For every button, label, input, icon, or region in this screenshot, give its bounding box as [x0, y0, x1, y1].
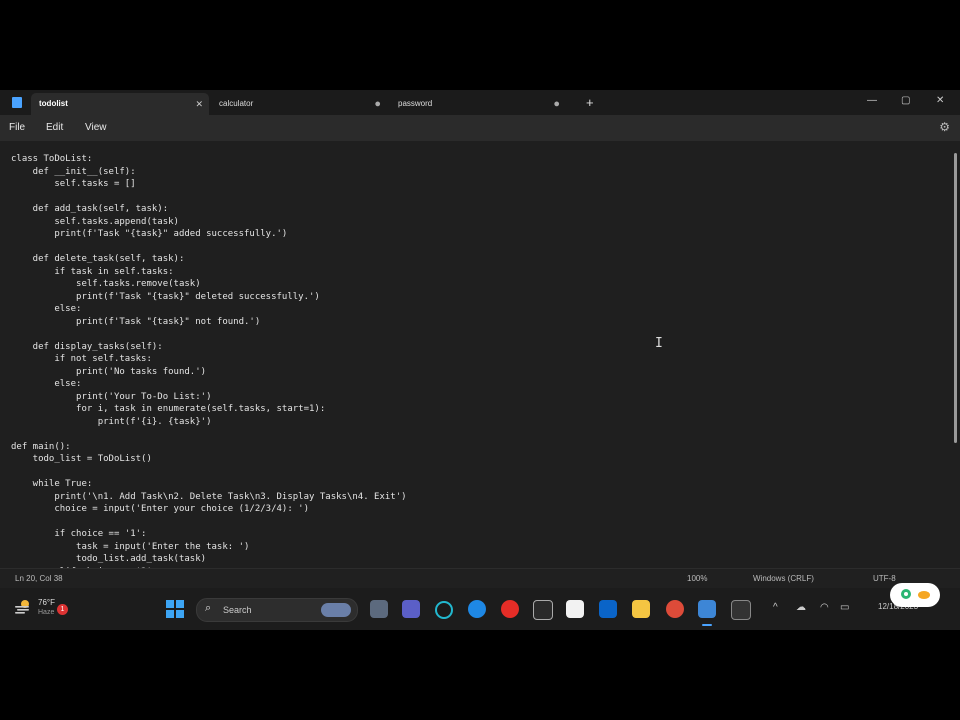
code-line[interactable]: if not self.tasks:	[11, 353, 152, 366]
notification-toast[interactable]	[890, 583, 940, 607]
notepad-taskbar-icon[interactable]	[698, 600, 716, 618]
3d-viewer-icon[interactable]	[533, 600, 553, 620]
code-line[interactable]: else:	[11, 303, 81, 316]
code-line[interactable]: def main():	[11, 441, 71, 454]
taskbar-search[interactable]: ⌕ Search	[196, 598, 358, 622]
search-placeholder: Search	[223, 605, 252, 615]
notepad-app-icon	[12, 97, 22, 108]
menu-file[interactable]: File	[9, 115, 25, 140]
text-cursor-icon: I	[655, 336, 663, 351]
status-bar: Ln 20, Col 38 100% Windows (CRLF) UTF-8	[0, 568, 960, 589]
edge-browser-icon[interactable]	[468, 600, 486, 618]
chrome-browser-icon[interactable]	[666, 600, 684, 618]
tab-todolist[interactable]: todolist ✕	[31, 93, 209, 115]
code-line[interactable]: self.tasks = []	[11, 178, 135, 191]
tab-calculator[interactable]: calculator ●	[211, 93, 387, 115]
chevron-up-icon[interactable]: ^	[773, 602, 778, 613]
close-icon[interactable]: ✕	[195, 93, 203, 115]
vertical-scrollbar[interactable]	[951, 141, 960, 568]
code-line[interactable]: print(f'Task "{task}" added successfully…	[11, 228, 287, 241]
code-line[interactable]: self.tasks.append(task)	[11, 216, 179, 229]
opera-browser-icon[interactable]	[501, 600, 519, 618]
location-pin-icon	[901, 589, 930, 599]
code-line[interactable]: while True:	[11, 478, 93, 491]
file-explorer-icon[interactable]	[632, 600, 650, 618]
line-ending: Windows (CRLF)	[753, 574, 814, 583]
code-line[interactable]: todo_list.add_task(task)	[11, 553, 206, 566]
onedrive-cloud-icon[interactable]: ☁	[796, 602, 806, 613]
tab-label: todolist	[39, 99, 68, 108]
taskbar: 76°F Haze 1 ⌕ Search ^ ☁ ◠ ▭ 12/18/2	[0, 588, 960, 630]
code-line[interactable]: if task in self.tasks:	[11, 266, 173, 279]
microsoft-store-icon[interactable]	[566, 600, 584, 618]
cortana-icon[interactable]	[435, 601, 453, 619]
teams-chat-icon[interactable]	[402, 600, 420, 618]
code-line[interactable]: self.tasks.remove(task)	[11, 278, 201, 291]
notepad-window: todolist ✕ calculator ● password ● + — ▢…	[0, 90, 960, 630]
outlook-icon[interactable]	[599, 600, 617, 618]
weather-desc[interactable]: Haze	[38, 609, 54, 616]
code-line[interactable]: print(f'Task "{task}" deleted successful…	[11, 291, 320, 304]
minimize-button[interactable]: —	[867, 93, 877, 109]
cursor-position: Ln 20, Col 38	[15, 574, 63, 583]
code-line[interactable]: class ToDoList:	[11, 153, 92, 166]
new-tab-button[interactable]: +	[586, 93, 594, 113]
code-line[interactable]: print('Your To-Do List:')	[11, 391, 211, 404]
code-line[interactable]: todo_list = ToDoList()	[11, 453, 152, 466]
code-line[interactable]: print('No tasks found.')	[11, 366, 206, 379]
tab-password[interactable]: password ●	[390, 93, 566, 115]
code-line[interactable]: task = input('Enter the task: ')	[11, 541, 249, 554]
menu-view[interactable]: View	[85, 115, 107, 140]
menu-edit[interactable]: Edit	[46, 115, 63, 140]
tab-label: password	[398, 99, 433, 108]
code-line[interactable]: for i, task in enumerate(self.tasks, sta…	[11, 403, 325, 416]
text-editor[interactable]: class ToDoList: def __init__(self): self…	[0, 141, 951, 568]
search-highlight-icon	[321, 603, 351, 617]
code-line[interactable]: print('\n1. Add Task\n2. Delete Task\n3.…	[11, 491, 406, 504]
code-line[interactable]: def display_tasks(self):	[11, 341, 163, 354]
code-line[interactable]: def delete_task(self, task):	[11, 253, 185, 266]
wifi-icon[interactable]: ◠	[820, 602, 829, 613]
terminal-icon[interactable]	[731, 600, 751, 620]
tab-label: calculator	[219, 99, 254, 108]
code-line[interactable]: print(f'Task "{task}" not found.')	[11, 316, 260, 329]
code-line[interactable]: else:	[11, 378, 81, 391]
unsaved-dot-icon[interactable]: ●	[553, 93, 560, 115]
gear-icon[interactable]: ⚙	[939, 115, 950, 140]
code-line[interactable]: choice = input('Enter your choice (1/2/3…	[11, 503, 309, 516]
menu-bar: File Edit View ⚙	[0, 115, 960, 141]
code-line[interactable]: def __init__(self):	[11, 166, 136, 179]
start-windows-icon[interactable]	[166, 600, 184, 618]
code-line[interactable]: if choice == '1':	[11, 528, 146, 541]
maximize-button[interactable]: ▢	[901, 93, 910, 109]
active-app-indicator	[702, 624, 712, 626]
weather-badge: 1	[57, 604, 68, 615]
weather-haze-icon[interactable]	[14, 598, 32, 614]
task-view-icon[interactable]	[370, 600, 388, 618]
scrollbar-thumb[interactable]	[954, 153, 957, 443]
close-window-button[interactable]: ✕	[936, 93, 944, 109]
weather-temp[interactable]: 76°F	[38, 598, 55, 607]
zoom-level: 100%	[687, 574, 708, 583]
unsaved-dot-icon[interactable]: ●	[374, 93, 381, 115]
search-icon: ⌕	[205, 602, 212, 614]
code-line[interactable]: print(f'{i}. {task}')	[11, 416, 212, 429]
code-line[interactable]: def add_task(self, task):	[11, 203, 168, 216]
title-bar: todolist ✕ calculator ● password ● + — ▢…	[0, 90, 960, 115]
battery-icon[interactable]: ▭	[840, 602, 849, 613]
